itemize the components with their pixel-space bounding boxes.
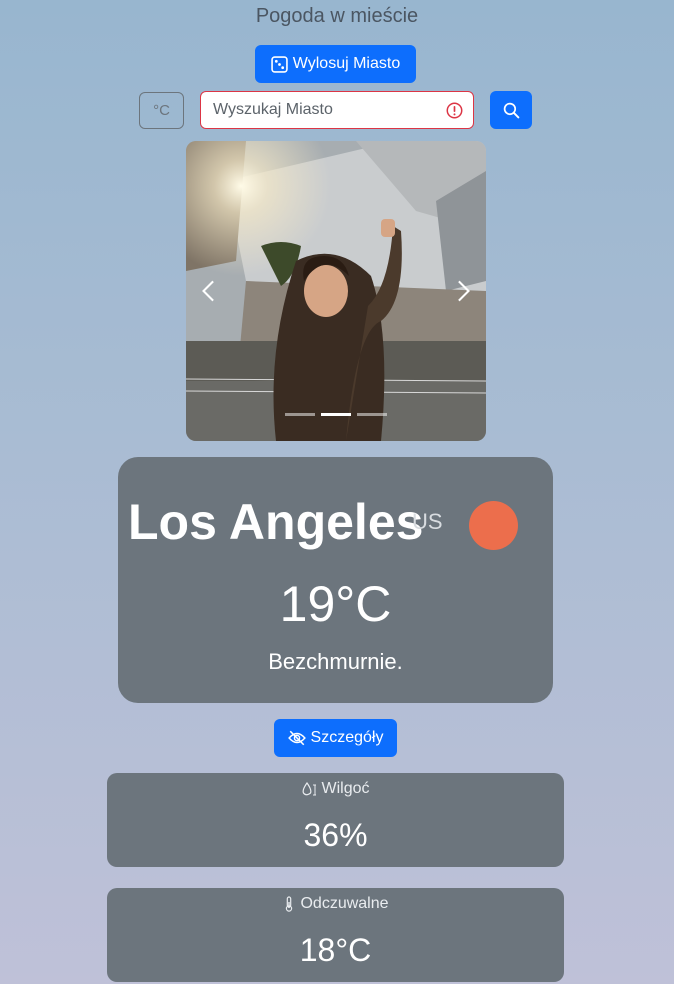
- carousel-indicators: [186, 413, 486, 416]
- details-label: Szczegóły: [310, 729, 384, 746]
- humidity-label: Wilgoć: [321, 780, 370, 797]
- unit-toggle-button[interactable]: °C: [139, 92, 184, 129]
- dice-icon: [271, 55, 288, 73]
- city-name: Los Angeles: [128, 494, 424, 550]
- carousel-indicator-1[interactable]: [285, 413, 315, 416]
- country-code: US: [412, 509, 443, 534]
- weather-description: Bezchmurnie.: [268, 649, 403, 674]
- humidity-value: 36%: [303, 817, 368, 853]
- current-weather-card: Los Angeles US 19°C Bezchmurnie.: [118, 457, 553, 703]
- city-photo: [186, 141, 486, 441]
- feels-like-value: 18°C: [299, 932, 372, 968]
- sun-icon: [469, 501, 518, 550]
- carousel-indicator-3[interactable]: [357, 413, 387, 416]
- feels-like-label: Odczuwalne: [300, 895, 389, 912]
- eye-slash-icon: [287, 730, 306, 746]
- humidity-icon: [303, 781, 317, 796]
- search-input[interactable]: [201, 92, 431, 128]
- city-image-carousel: [186, 141, 486, 441]
- temperature: 19°C: [279, 576, 392, 632]
- random-city-label: Wylosuj Miasto: [292, 55, 401, 72]
- carousel-prev-button[interactable]: [198, 273, 220, 309]
- thermometer-icon: [286, 896, 293, 912]
- humidity-card: Wilgoć 36%: [107, 773, 564, 867]
- details-toggle-button[interactable]: Szczegóły: [274, 719, 397, 757]
- carousel-indicator-2[interactable]: [321, 413, 351, 416]
- feels-like-card: Odczuwalne 18°C: [107, 888, 564, 982]
- page-title: Pogoda w mieście: [255, 5, 419, 27]
- search-button[interactable]: [490, 91, 532, 129]
- carousel-next-button[interactable]: [452, 273, 474, 309]
- invalid-icon: [446, 102, 463, 119]
- search-field[interactable]: [200, 91, 474, 129]
- search-icon: [503, 102, 519, 118]
- random-city-button[interactable]: Wylosuj Miasto: [255, 45, 416, 83]
- unit-label: °C: [153, 102, 170, 119]
